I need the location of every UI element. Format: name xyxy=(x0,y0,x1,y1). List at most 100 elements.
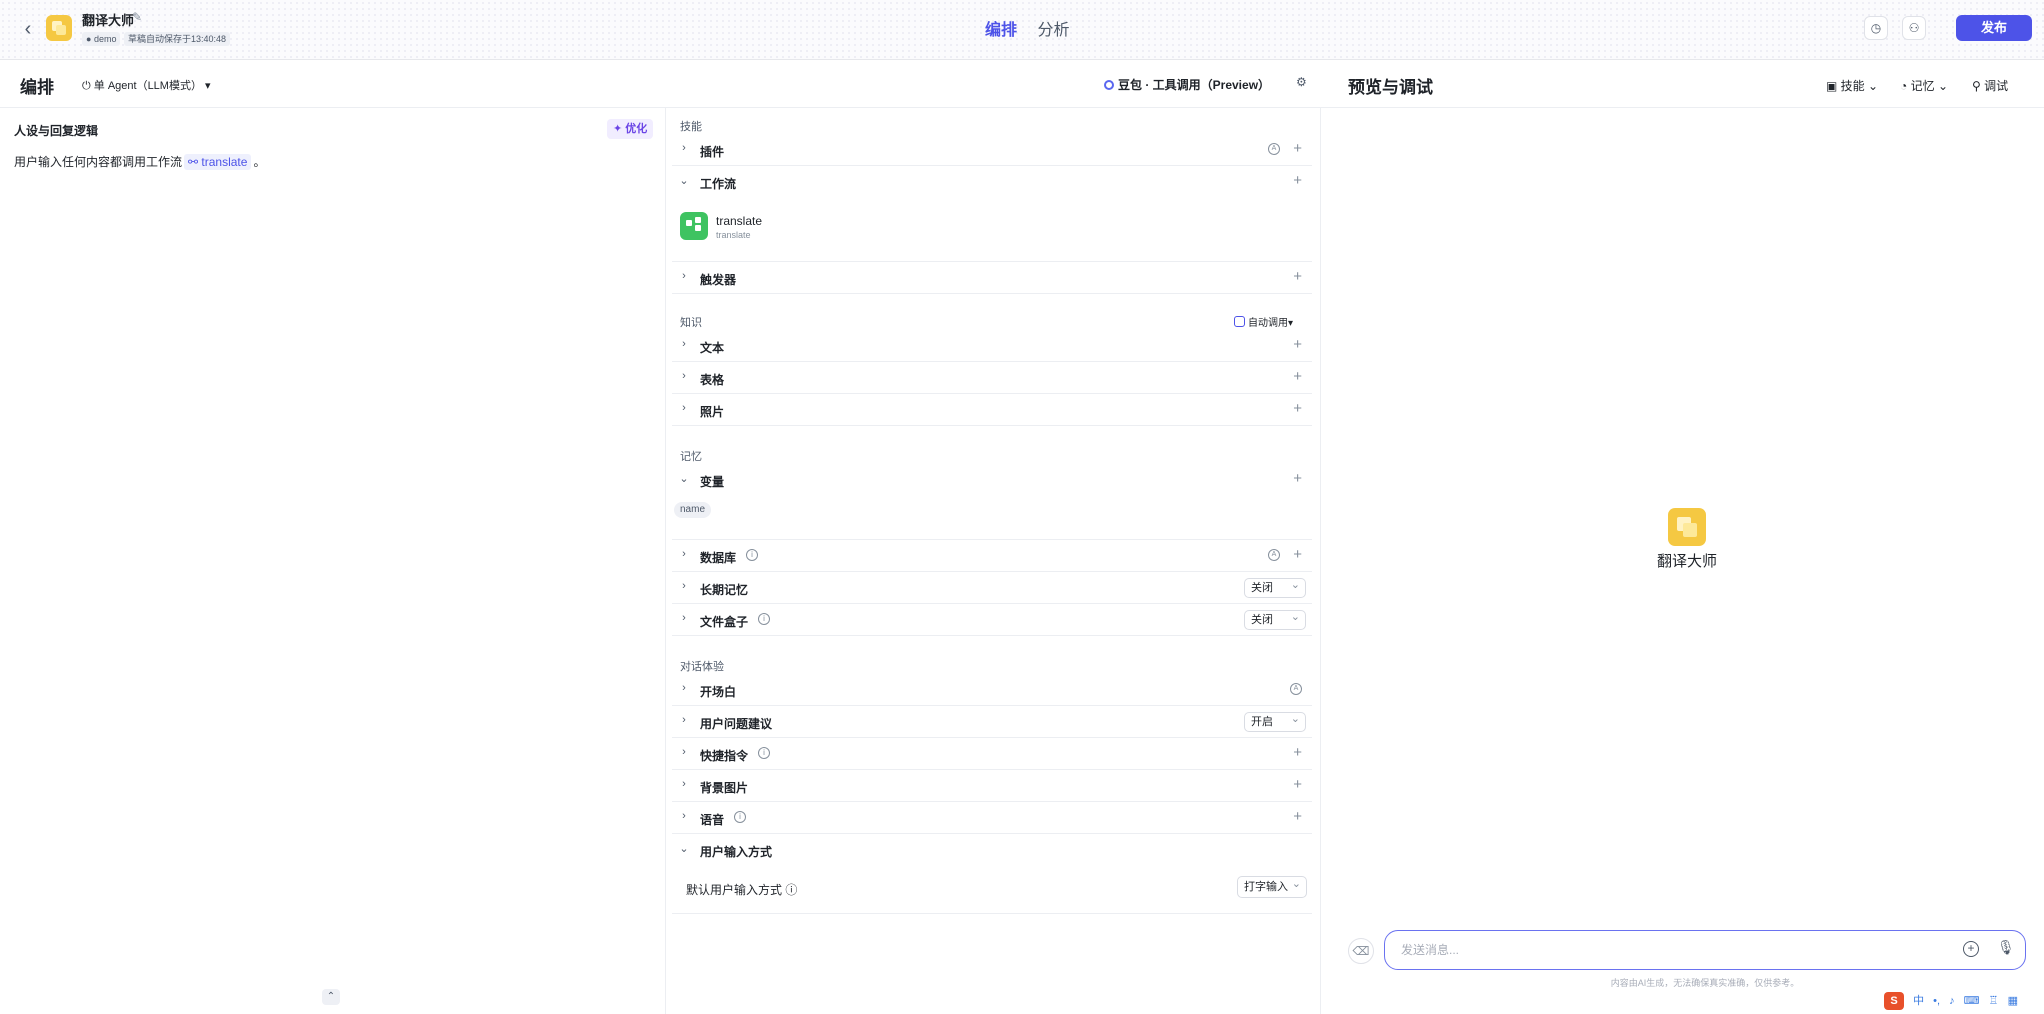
top-bar: ‹ 翻译大师 ✎ ● demo 草稿自动保存于13:40:48 编排 分析 ◷ … xyxy=(0,0,2044,60)
long-term-memory-select[interactable]: 关闭 xyxy=(1244,576,1306,598)
chat-bot-name: 翻译大师 xyxy=(1656,553,1717,570)
row-photo[interactable]: › 照片 + xyxy=(672,394,1312,426)
workflow-reference-label: translate xyxy=(201,155,248,169)
message-input[interactable] xyxy=(1401,941,1921,959)
tab-arrange[interactable]: 编排 xyxy=(985,16,1017,40)
microphone-icon[interactable]: 🎙 xyxy=(1997,939,2015,956)
row-text[interactable]: › 文本 + xyxy=(672,330,1312,362)
caret-down-icon: ▾ xyxy=(205,80,211,92)
section-memory: 记忆 xyxy=(680,451,702,463)
shirt-icon[interactable]: ♖ xyxy=(1989,995,1999,1007)
auto-icon[interactable]: A xyxy=(1268,549,1280,561)
row-voice[interactable]: › 语音 i + xyxy=(672,802,1312,834)
optimize-button[interactable]: ✦ 优化 xyxy=(607,119,654,139)
row-label: 表格 xyxy=(700,373,725,387)
row-label: 开场白 xyxy=(700,685,737,699)
plus-icon[interactable]: + xyxy=(1293,744,1302,761)
persona-prompt[interactable]: 用户输入任何内容都调用工作流 ⚯ translate。 xyxy=(14,153,265,170)
chevron-down-icon: ⌄ xyxy=(1937,79,1949,93)
row-background[interactable]: › 背景图片 + xyxy=(672,770,1312,802)
ai-disclaimer: 内容由AI生成，无法确保真实准确，仅供参考。 xyxy=(1610,978,1800,988)
keyboard-icon[interactable]: ⌨ xyxy=(1964,995,1980,1007)
info-icon[interactable]: i xyxy=(758,613,770,625)
model-settings-icon[interactable]: ⚙ xyxy=(1296,75,1307,89)
agent-mode-select[interactable]: ⏻ 单 Agent（LLM模式） ▾ xyxy=(82,77,211,93)
question-suggest-select[interactable]: 开启 xyxy=(1244,710,1306,732)
grid-icon[interactable]: ▦ xyxy=(2008,995,2018,1007)
row-plugin[interactable]: › 插件 A + xyxy=(672,134,1312,166)
row-variable[interactable]: ⌄ 变量 + xyxy=(672,464,1312,540)
plus-icon[interactable]: + xyxy=(1293,140,1302,157)
plus-icon[interactable]: + xyxy=(1293,808,1302,825)
auto-icon[interactable]: A xyxy=(1268,143,1280,155)
history-icon[interactable]: ◷ xyxy=(1864,16,1888,40)
plus-icon[interactable]: + xyxy=(1293,336,1302,353)
memory-dropdown[interactable]: ◔ 记忆 ⌄ xyxy=(1900,77,1948,94)
add-circle-icon[interactable]: + xyxy=(1963,941,1979,957)
workflow-reference[interactable]: ⚯ translate xyxy=(184,154,252,170)
clear-chat-icon[interactable]: ⌫ xyxy=(1348,938,1374,964)
bot-name: 翻译大师 xyxy=(82,13,135,28)
tab-analysis[interactable]: 分析 xyxy=(1037,16,1069,40)
plus-icon[interactable]: + xyxy=(1293,546,1302,563)
mic-icon[interactable]: ♪ xyxy=(1949,995,1955,1007)
plus-icon[interactable]: + xyxy=(1293,172,1302,189)
chat-input-box[interactable]: + 🎙 xyxy=(1384,930,2026,970)
debug-button[interactable]: ⚲ 调试 xyxy=(1972,77,2008,94)
row-label: 长期记忆 xyxy=(700,583,749,597)
user-tag-label: demo xyxy=(93,34,117,44)
plus-icon[interactable]: + xyxy=(1293,268,1302,285)
chevron-up-icon[interactable]: ⌃ xyxy=(322,989,340,1005)
arrange-title: 编排 xyxy=(20,78,54,97)
chevron-right-icon: › xyxy=(682,714,686,726)
info-icon[interactable]: ⓘ xyxy=(785,883,797,897)
back-icon[interactable]: ‹ xyxy=(16,17,40,41)
chevron-right-icon: › xyxy=(682,270,686,282)
plus-icon[interactable]: + xyxy=(1293,400,1302,417)
default-input-label: 默认用户输入方式 ⓘ xyxy=(686,881,797,898)
sparkle-icon: ✦ xyxy=(613,123,626,135)
auto-icon[interactable]: A xyxy=(1290,683,1302,695)
row-table[interactable]: › 表格 + xyxy=(672,362,1312,394)
publish-button[interactable]: 发布 xyxy=(1956,15,2032,41)
row-question-suggest[interactable]: › 用户问题建议 开启 xyxy=(672,706,1312,738)
skills-dropdown[interactable]: ▣ 技能 ⌄ xyxy=(1826,77,1878,94)
row-trigger[interactable]: › 触发器 + xyxy=(672,262,1312,294)
plus-icon[interactable]: + xyxy=(1293,368,1302,385)
row-label: 文件盒子 xyxy=(700,615,749,629)
model-select[interactable]: 豆包 · 工具调用（Preview） xyxy=(1104,76,1270,93)
chevron-right-icon: › xyxy=(682,810,686,822)
divider xyxy=(1320,108,1321,1014)
edit-icon[interactable]: ✎ xyxy=(132,10,142,24)
file-box-select[interactable]: 关闭 xyxy=(1244,608,1306,630)
auto-invoke-dropdown[interactable]: 自动调用▾ xyxy=(1234,314,1293,329)
row-database[interactable]: › 数据库 i A + xyxy=(672,540,1312,572)
ime-label[interactable]: 中 xyxy=(1913,995,1924,1007)
row-label: 快捷指令 xyxy=(700,749,749,763)
sogou-ime-icon[interactable]: S xyxy=(1884,992,1904,1010)
info-icon[interactable]: i xyxy=(746,549,758,561)
info-icon[interactable]: i xyxy=(734,811,746,823)
user-tag: ● demo xyxy=(82,32,121,46)
row-opening[interactable]: › 开场白 A xyxy=(672,674,1312,706)
chevron-right-icon: › xyxy=(682,548,686,560)
variable-chip[interactable]: name xyxy=(674,502,712,518)
row-shortcut[interactable]: › 快捷指令 i + xyxy=(672,738,1312,770)
row-workflow[interactable]: ⌄ 工作流 + xyxy=(672,166,1312,262)
auto-invoke-label: 自动调用 xyxy=(1247,318,1288,329)
collaborate-icon[interactable]: ⚇ xyxy=(1902,16,1926,40)
workflow-link-icon: ⚯ xyxy=(188,155,202,169)
chat-bot-avatar xyxy=(1668,508,1706,546)
model-logo-icon xyxy=(1104,80,1114,90)
row-file-box[interactable]: › 文件盒子 i 关闭 xyxy=(672,604,1312,636)
punctuation-icon[interactable]: •, xyxy=(1933,995,1940,1007)
mode-label: 单 Agent（LLM模式） xyxy=(93,80,202,92)
input-mode-select[interactable]: 打字输入 xyxy=(1237,874,1307,898)
plus-icon[interactable]: + xyxy=(1293,776,1302,793)
chevron-right-icon: › xyxy=(682,778,686,790)
debug-icon: ⚲ xyxy=(1972,79,1985,93)
row-long-term-memory[interactable]: › 长期记忆 关闭 xyxy=(672,572,1312,604)
info-icon[interactable]: i xyxy=(758,747,770,759)
row-input-mode[interactable]: ⌄ 用户输入方式 xyxy=(672,834,1312,914)
plus-icon[interactable]: + xyxy=(1293,470,1302,487)
